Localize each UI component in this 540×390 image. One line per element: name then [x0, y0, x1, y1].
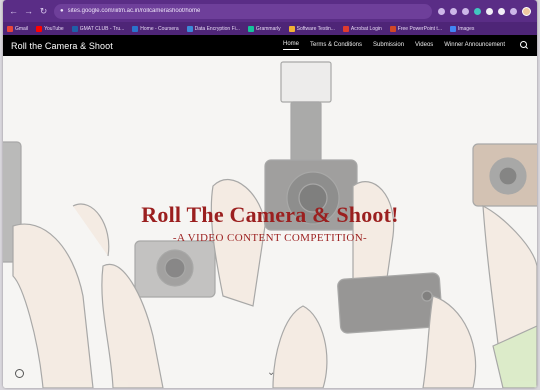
site-title[interactable]: Roll the Camera & Shoot: [11, 41, 113, 51]
extension-icon[interactable]: [486, 7, 493, 15]
share-icon[interactable]: [450, 7, 457, 15]
nav-home[interactable]: Home: [282, 41, 299, 50]
forward-icon[interactable]: →: [24, 6, 33, 16]
bookmark-icon: [342, 25, 349, 32]
reload-icon[interactable]: ↻: [39, 6, 48, 17]
bookmark-icon: [132, 25, 139, 32]
bookmark-icon: [389, 25, 396, 32]
zoom-icon[interactable]: [438, 7, 445, 15]
nav-terms[interactable]: Terms & Conditions: [310, 42, 362, 50]
bookmark-icon: [288, 25, 295, 32]
search-icon[interactable]: [520, 41, 529, 50]
site-header: Roll the Camera & Shoot Home Terms & Con…: [3, 35, 537, 56]
bookmark-item[interactable]: Acrobat Login: [342, 25, 382, 32]
bookmark-item[interactable]: Software Testin...: [288, 25, 335, 32]
profile-avatar[interactable]: [522, 6, 531, 16]
puzzle-icon[interactable]: [498, 7, 505, 15]
address-bar: ← → ↻ ● sites.google.com/iiitm.ac.in/rol…: [3, 0, 537, 22]
bookmark-item[interactable]: Data Encryption Fi...: [186, 25, 240, 32]
hero-banner: Roll The Camera & Shoot! -A VIDEO CONTEN…: [3, 56, 537, 388]
site-nav: Home Terms & Conditions Submission Video…: [282, 41, 529, 50]
bookmark-item[interactable]: Free PowerPoint t...: [389, 25, 442, 32]
nav-submission[interactable]: Submission: [373, 42, 404, 50]
bookmark-icon: [186, 25, 193, 32]
bookmark-icon: [449, 25, 456, 32]
back-icon[interactable]: ←: [9, 6, 18, 16]
bookmark-item[interactable]: Images: [449, 25, 474, 32]
bookmark-icon: [7, 25, 13, 32]
bookmark-item[interactable]: Gmail: [7, 25, 28, 32]
hero-heading: Roll The Camera & Shoot!: [141, 202, 399, 227]
bookmark-item[interactable]: Home - Coursera: [132, 25, 179, 32]
bookmark-item[interactable]: YouTube: [36, 25, 64, 32]
extension-icons: [438, 6, 531, 16]
chevron-down-icon[interactable]: ⌄: [267, 367, 275, 378]
bookmark-icon: [36, 25, 43, 32]
hero-subheading: -A VIDEO CONTENT COMPETITION-: [172, 232, 368, 244]
star-icon[interactable]: [462, 7, 469, 15]
info-icon[interactable]: [15, 369, 24, 378]
bookmark-icon: [71, 25, 78, 32]
nav-winner-announcement[interactable]: Winner Announcement: [444, 42, 505, 50]
browser-window: ← → ↻ ● sites.google.com/iiitm.ac.in/rol…: [3, 0, 537, 388]
bookmarks-bar: Gmail YouTube GMAT CLUB - Tru... Home - …: [3, 22, 537, 35]
sidebar-icon[interactable]: [510, 7, 517, 15]
url-field[interactable]: ● sites.google.com/iiitm.ac.in/rollcamer…: [54, 3, 432, 19]
bookmark-item[interactable]: Grammarly: [247, 25, 281, 32]
bookmark-item[interactable]: GMAT CLUB - Tru...: [71, 25, 124, 32]
lock-icon: ●: [60, 8, 64, 14]
extension-teal-icon[interactable]: [474, 7, 481, 15]
nav-videos[interactable]: Videos: [415, 42, 433, 50]
url-text: sites.google.com/iiitm.ac.in/rollcameras…: [67, 8, 201, 14]
bookmark-icon: [247, 25, 254, 32]
